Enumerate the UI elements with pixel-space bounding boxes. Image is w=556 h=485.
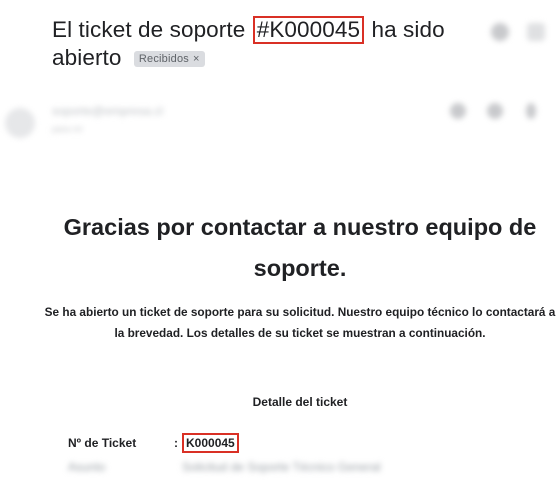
ticket-number-value: K000045: [182, 433, 239, 453]
ticket-subject-value: Solicitud de Soporte Técnico General: [182, 460, 381, 474]
ticket-number-label: Nº de Ticket: [68, 436, 137, 450]
body-intro: Se ha abierto un ticket de soporte para …: [44, 305, 556, 340]
sender-recipient: para mí: [52, 124, 83, 134]
inbox-label-chip[interactable]: Recibidos ×: [133, 51, 205, 67]
open-new-window-icon[interactable]: [527, 23, 545, 41]
reply-icon[interactable]: [487, 103, 503, 119]
ticket-subject-label: Asunto: [68, 460, 106, 474]
avatar: [5, 108, 35, 138]
close-icon[interactable]: ×: [193, 53, 200, 65]
subject-ticket-highlight: #K000045: [252, 16, 365, 44]
subject-text-before: El ticket de soporte: [52, 17, 252, 42]
ticket-number-separator: :: [174, 436, 178, 450]
more-options-icon[interactable]: [526, 103, 536, 119]
body-heading: Gracias por contactar a nuestro equipo d…: [63, 214, 537, 281]
star-icon[interactable]: [450, 103, 466, 119]
inbox-label-text: Recibidos: [138, 53, 189, 65]
sender-name: soporte@empresa.cl: [52, 104, 163, 118]
email-subject: El ticket de soporte #K000045 ha sido ab…: [52, 16, 472, 72]
print-icon[interactable]: [491, 23, 509, 41]
ticket-detail-title: Detalle del ticket: [252, 395, 348, 409]
